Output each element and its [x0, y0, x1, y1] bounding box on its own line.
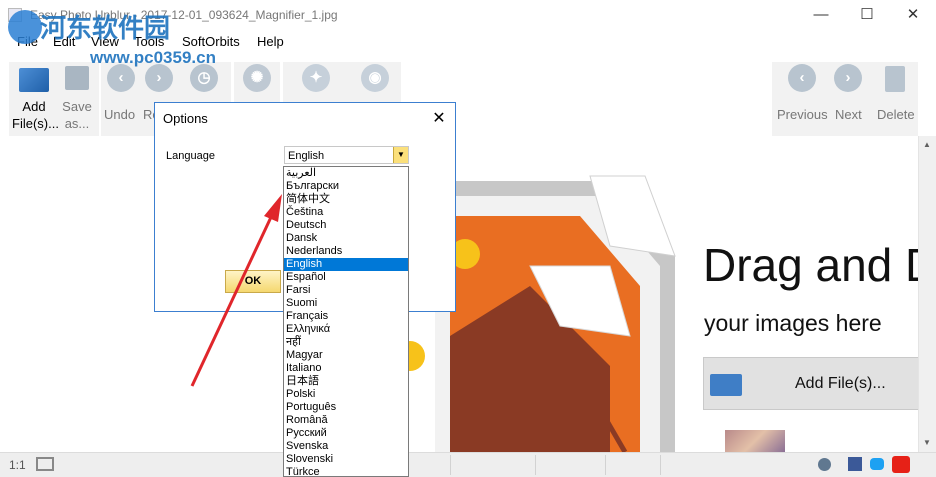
language-option[interactable]: Nederlands — [284, 245, 408, 258]
undo-button[interactable]: Undo — [104, 106, 135, 123]
add-files-button-label: Add File(s)... — [795, 375, 886, 392]
open-folder-icon — [19, 68, 49, 92]
save-as-label-1: Save — [62, 99, 92, 114]
twitter-icon[interactable] — [870, 458, 884, 470]
redo-icon: › — [145, 64, 173, 92]
language-select[interactable]: English ▼ — [284, 146, 409, 164]
status-segment — [660, 455, 810, 475]
watermark-url: www.pc0359.cn — [90, 48, 216, 67]
previous-icon: ‹ — [788, 64, 816, 92]
language-option[interactable]: Suomi — [284, 297, 408, 310]
language-option[interactable]: Magyar — [284, 349, 408, 362]
language-option[interactable]: Português — [284, 401, 408, 414]
chevron-down-icon[interactable]: ▼ — [393, 147, 408, 163]
open-folder-icon — [710, 374, 742, 396]
language-option[interactable]: العربية — [284, 167, 408, 180]
add-files-label-1: Add — [22, 99, 46, 114]
language-option[interactable]: Български — [284, 180, 408, 193]
language-option[interactable]: नहीं — [284, 336, 408, 349]
language-option[interactable]: Slovenski — [284, 453, 408, 466]
dialog-close-button[interactable]: ✕ — [427, 107, 451, 131]
close-button[interactable]: ✕ — [890, 0, 936, 32]
language-option[interactable]: Polski — [284, 388, 408, 401]
language-option[interactable]: 日本語 — [284, 375, 408, 388]
add-files-label-2: File(s)... — [12, 116, 59, 131]
save-as-label-2: as... — [64, 116, 90, 131]
language-option[interactable]: Русский — [284, 427, 408, 440]
save-as-toolbar-button[interactable]: Save as... — [58, 64, 96, 132]
vertical-scrollbar[interactable]: ▲ ▼ — [918, 136, 936, 452]
gear-icon: ✺ — [243, 64, 271, 92]
language-option[interactable]: Italiano — [284, 362, 408, 375]
previous-button[interactable]: Previous — [777, 106, 828, 123]
image-thumbnail[interactable] — [725, 430, 785, 452]
fit-screen-icon[interactable] — [36, 457, 54, 471]
language-option[interactable]: Türkce — [284, 466, 408, 476]
language-option[interactable]: 简体中文 — [284, 193, 408, 206]
facebook-icon[interactable] — [848, 457, 862, 471]
menu-help[interactable]: Help — [257, 34, 284, 49]
language-option[interactable]: Dansk — [284, 232, 408, 245]
watermark-logo — [8, 10, 42, 44]
dialog-title: Options — [163, 111, 208, 126]
language-option[interactable]: Svenska — [284, 440, 408, 453]
app-window: Easy Photo Unblur - 2017-12-01_093624_Ma… — [0, 0, 936, 477]
language-option[interactable]: Čeština — [284, 206, 408, 219]
star-filter-icon: ✦ — [302, 64, 330, 92]
floppy-disk-icon — [65, 66, 89, 90]
toolbar: Add File(s)... Save as... ‹ › ◷ Undo Re … — [0, 58, 936, 136]
language-option[interactable]: Română — [284, 414, 408, 427]
add-files-toolbar-button[interactable]: Add File(s)... — [12, 64, 59, 132]
trash-icon — [885, 66, 905, 92]
drag-title: Drag and D — [703, 239, 936, 291]
drag-subtitle: your images here — [704, 310, 882, 336]
language-option[interactable]: Français — [284, 310, 408, 323]
language-option[interactable]: Español — [284, 271, 408, 284]
language-select-value: English — [288, 150, 325, 162]
maximize-button[interactable]: ☐ — [844, 0, 890, 32]
minimize-button[interactable]: — — [798, 0, 844, 32]
undo-icon: ‹ — [107, 64, 135, 92]
add-files-button[interactable]: Add File(s)... — [703, 357, 919, 410]
globe-filter-icon: ◉ — [361, 64, 389, 92]
youtube-icon[interactable] — [892, 456, 910, 473]
clock-icon: ◷ — [190, 64, 218, 92]
watermark-site-name: 河东软件园 — [40, 14, 171, 44]
language-option[interactable]: Ελληνικά — [284, 323, 408, 336]
language-label: Language — [166, 150, 215, 162]
status-segment — [535, 455, 605, 475]
status-segment — [450, 455, 535, 475]
status-bar: 1:1 — [0, 452, 936, 477]
annotation-arrow — [190, 194, 282, 387]
scroll-up-icon[interactable]: ▲ — [923, 140, 931, 149]
info-icon[interactable] — [818, 458, 831, 471]
language-option[interactable]: Farsi — [284, 284, 408, 297]
next-icon: › — [834, 64, 862, 92]
delete-button[interactable]: Delete — [877, 106, 915, 123]
zoom-1to1-button[interactable]: 1:1 — [9, 458, 26, 472]
menu-softorbits[interactable]: SoftOrbits — [182, 34, 240, 49]
scroll-down-icon[interactable]: ▼ — [923, 438, 931, 447]
language-option[interactable]: Deutsch — [284, 219, 408, 232]
status-segment — [605, 455, 660, 475]
next-button[interactable]: Next — [835, 106, 862, 123]
language-option[interactable]: English — [284, 258, 408, 271]
language-dropdown-list[interactable]: العربية Български 简体中文 Čeština Deutsch Dansk N… — [283, 166, 409, 477]
